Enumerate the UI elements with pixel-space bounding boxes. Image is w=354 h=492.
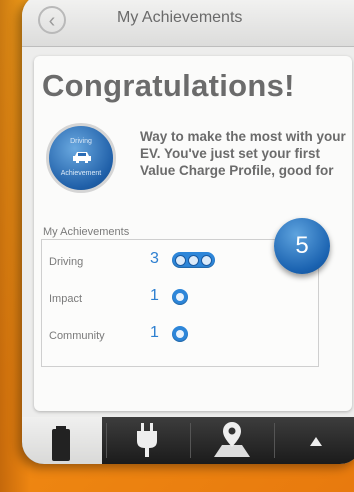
achievement-name: Community	[49, 330, 105, 342]
impact-badge-icon	[172, 289, 188, 305]
achievement-icons	[172, 251, 215, 269]
tab-more[interactable]	[276, 417, 354, 464]
achievement-icons	[172, 288, 188, 306]
tab-divider	[274, 423, 275, 458]
phone-screen: ‹ My Achievements Congratulations! Drivi…	[22, 0, 354, 464]
community-badge-icon	[172, 326, 188, 342]
tab-map[interactable]	[192, 417, 272, 464]
achievement-count: 1	[150, 287, 159, 304]
tab-battery[interactable]	[22, 417, 102, 464]
achievement-name: Driving	[49, 256, 84, 268]
page-title: My Achievements	[117, 9, 243, 26]
driving-badges-icon	[172, 252, 215, 268]
achievement-icons	[172, 325, 188, 343]
achievement-row-impact[interactable]: Impact 1	[42, 281, 318, 315]
achievement-row-community[interactable]: Community 1	[42, 318, 318, 352]
battery-icon	[52, 426, 70, 461]
up-arrow-icon	[310, 437, 322, 446]
driving-achievement-badge[interactable]: Driving Achievement	[46, 123, 116, 193]
bottom-tab-bar	[22, 417, 354, 464]
achievement-count: 1	[150, 324, 159, 341]
congratulations-card: Congratulations! Driving Achievement Way…	[34, 56, 352, 411]
top-nav-bar: ‹ My Achievements	[22, 0, 354, 47]
map-pin-icon	[214, 422, 250, 457]
plug-icon	[137, 423, 157, 457]
tab-divider	[106, 423, 107, 458]
achievements-label: My Achievements	[43, 226, 130, 238]
badge-top-text: Driving	[70, 138, 92, 145]
congratulations-message: Way to make the most with your EV. You'v…	[140, 129, 346, 178]
tab-divider	[190, 423, 191, 458]
badge-bottom-text: Achievement	[60, 170, 102, 177]
achievement-name: Impact	[49, 293, 83, 305]
points-badge: 5	[274, 218, 330, 274]
back-chevron-icon: ‹	[48, 10, 56, 32]
congratulations-heading: Congratulations!	[42, 68, 295, 103]
tab-charge[interactable]	[108, 417, 188, 464]
achievement-count: 3	[150, 250, 159, 267]
back-button[interactable]: ‹	[38, 6, 66, 34]
car-icon	[73, 152, 91, 163]
